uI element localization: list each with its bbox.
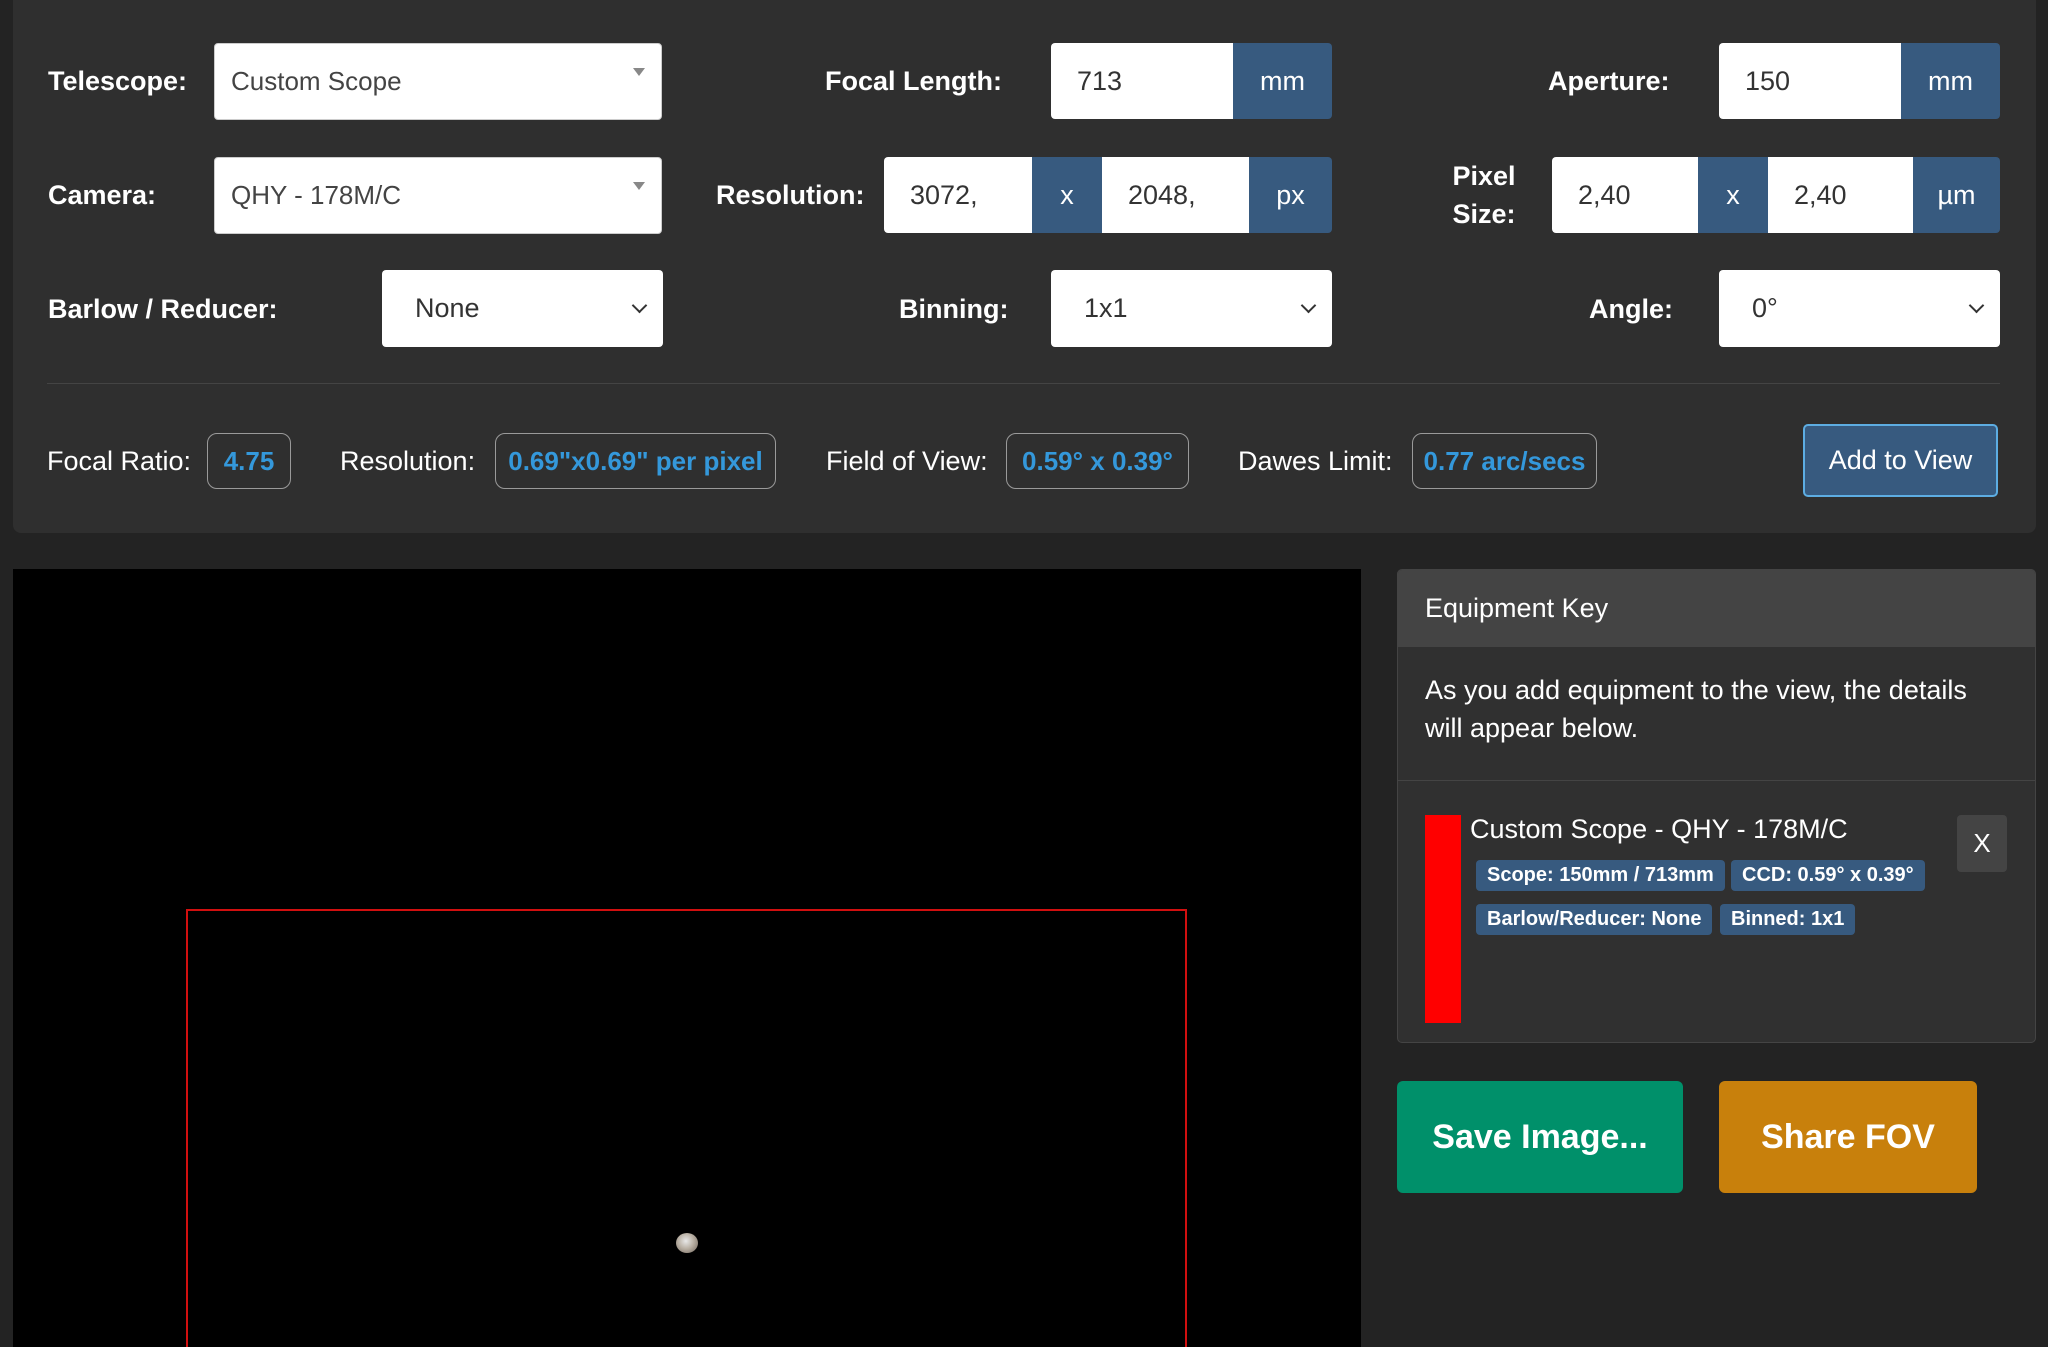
resolution-input-label: Resolution: xyxy=(716,180,865,210)
barlow-select[interactable]: None xyxy=(382,270,663,347)
binning-label: Binning: xyxy=(899,294,1009,324)
equipment-key-title: Equipment Key xyxy=(1398,570,2035,647)
camera-value: QHY - 178M/C xyxy=(231,180,402,210)
add-to-view-button[interactable]: Add to View xyxy=(1803,424,1998,497)
equipment-key-panel: Equipment Key As you add equipment to th… xyxy=(1397,569,2036,1043)
focal-length-label: Focal Length: xyxy=(825,66,1002,96)
angle-value: 0° xyxy=(1752,293,1778,323)
camera-label: Camera: xyxy=(48,180,157,210)
camera-select[interactable]: QHY - 178M/C xyxy=(214,157,662,234)
pixel-size-label-line1: Pixel xyxy=(1452,161,1516,191)
planet-jupiter xyxy=(676,1233,698,1253)
binning-select[interactable]: 1x1 xyxy=(1051,270,1332,347)
barlow-label: Barlow / Reducer: xyxy=(48,294,278,324)
save-image-button[interactable]: Save Image... xyxy=(1397,1081,1683,1193)
telescope-select[interactable]: Custom Scope xyxy=(214,43,662,120)
resolution-height-value: 2048, xyxy=(1128,179,1196,210)
resolution-separator: x xyxy=(1032,157,1102,233)
barlow-value: None xyxy=(415,293,480,323)
resolution-width-value: 3072, xyxy=(910,179,978,210)
aperture-value: 150 xyxy=(1745,65,1791,96)
share-fov-button[interactable]: Share FOV xyxy=(1719,1081,1977,1193)
image-resolution-label: Resolution: xyxy=(340,446,476,476)
resolution-unit: px xyxy=(1249,157,1332,233)
chevron-down-icon xyxy=(1968,297,1985,314)
pixel-height-value: 2,40 xyxy=(1794,179,1847,210)
dawes-limit-value: 0.77 arc/secs xyxy=(1412,433,1597,489)
resolution-height-input[interactable]: 2048, xyxy=(1102,157,1249,233)
scope-badge: Scope: 150mm / 713mm xyxy=(1476,860,1725,891)
equipment-key-description: As you add equipment to the view, the de… xyxy=(1398,647,2035,781)
dawes-limit-label: Dawes Limit: xyxy=(1238,446,1393,476)
pixel-size-separator: x xyxy=(1698,157,1768,233)
telescope-label: Telescope: xyxy=(48,66,188,96)
resolution-width-input[interactable]: 3072, xyxy=(884,157,1032,233)
equipment-item-title: Custom Scope - QHY - 178M/C xyxy=(1470,814,1848,844)
section-divider xyxy=(47,383,2000,384)
aperture-label: Aperture: xyxy=(1548,66,1670,96)
focal-length-value: 713 xyxy=(1077,65,1123,96)
barlow-badge: Barlow/Reducer: None xyxy=(1476,904,1713,935)
aperture-unit: mm xyxy=(1901,43,2000,119)
pixel-width-value: 2,40 xyxy=(1578,179,1631,210)
pixel-height-input[interactable]: 2,40 xyxy=(1768,157,1913,233)
pixel-size-label-line2: Size: xyxy=(1452,199,1516,229)
image-resolution-value: 0.69"x0.69" per pixel xyxy=(495,433,776,489)
focal-ratio-label: Focal Ratio: xyxy=(47,446,192,476)
field-of-view-label: Field of View: xyxy=(826,446,988,476)
chevron-down-icon xyxy=(1300,297,1317,314)
fov-outline[interactable] xyxy=(186,909,1187,1347)
ccd-badge: CCD: 0.59° x 0.39° xyxy=(1731,860,1925,891)
remove-equipment-button[interactable]: X xyxy=(1957,815,2007,872)
field-of-view-value: 0.59° x 0.39° xyxy=(1006,433,1189,489)
focal-length-input[interactable]: 713 xyxy=(1051,43,1233,119)
angle-label: Angle: xyxy=(1589,294,1673,324)
focal-length-unit: mm xyxy=(1233,43,1332,119)
pixel-size-label: Pixel Size: xyxy=(1434,157,1534,233)
angle-select[interactable]: 0° xyxy=(1719,270,2000,347)
telescope-value: Custom Scope xyxy=(231,66,402,96)
sky-view-canvas[interactable] xyxy=(13,569,1361,1347)
pixel-size-unit: µm xyxy=(1913,157,2000,233)
binned-badge: Binned: 1x1 xyxy=(1720,904,1856,935)
caret-down-icon xyxy=(633,68,645,76)
equipment-color-swatch xyxy=(1425,815,1461,1023)
caret-down-icon xyxy=(633,182,645,190)
aperture-input[interactable]: 150 xyxy=(1719,43,1901,119)
chevron-down-icon xyxy=(631,297,648,314)
pixel-width-input[interactable]: 2,40 xyxy=(1552,157,1698,233)
binning-value: 1x1 xyxy=(1084,293,1128,323)
focal-ratio-value: 4.75 xyxy=(207,433,291,489)
